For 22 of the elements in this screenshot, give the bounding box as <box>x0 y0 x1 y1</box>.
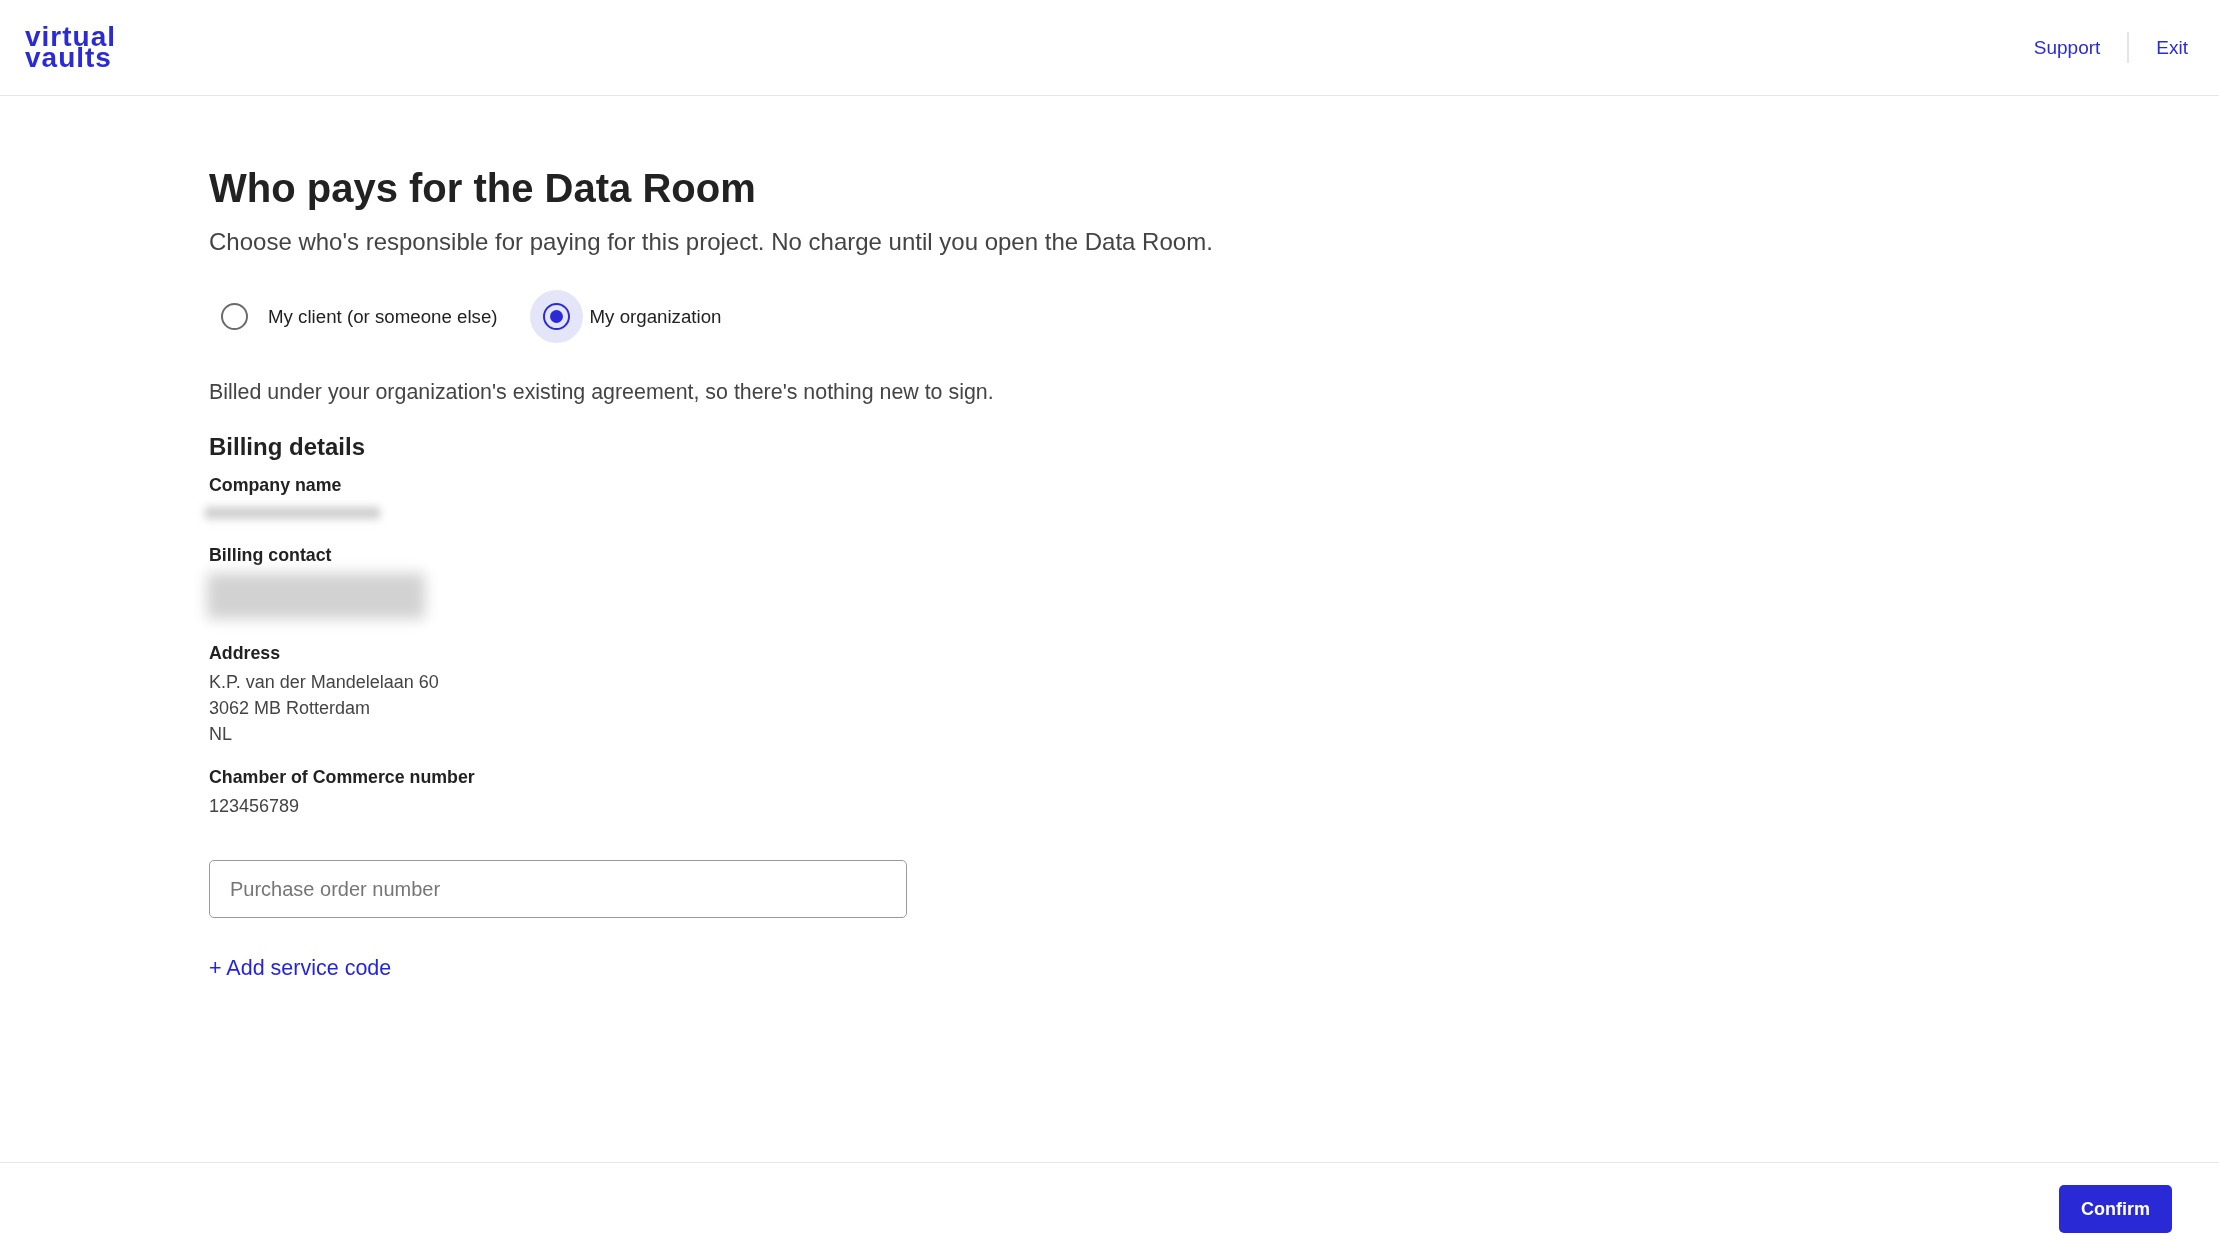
radio-option[interactable]: My client (or someone else) <box>208 290 498 343</box>
field-label: Company name <box>209 474 342 497</box>
add-service-code-link[interactable]: + Add service code <box>209 954 392 982</box>
radio-option[interactable]: My organization <box>529 290 722 343</box>
header-link[interactable]: Exit <box>2156 35 2188 60</box>
field-value: 3062 MB Rotterdam <box>209 697 371 720</box>
page-subtitle: Choose who's responsible for paying for this project. No charge until you open the Data Room. <box>209 227 1213 257</box>
field-label: Billing contact <box>209 544 332 567</box>
field-value: 123456789 <box>209 795 300 818</box>
radio-button-selected[interactable] <box>529 290 583 343</box>
header-link[interactable]: Support <box>2033 35 2101 60</box>
field-label: Address <box>209 642 281 665</box>
field-value: K.P. van der Mandelelaan 60 <box>209 671 439 694</box>
confirm-button[interactable]: Confirm <box>2059 1185 2172 1233</box>
radio-button[interactable] <box>221 303 248 330</box>
logo[interactable]: virtual vaults <box>25 26 117 68</box>
section-heading: Billing details <box>209 432 366 462</box>
purchase-order-input[interactable]: Purchase order number <box>209 860 907 918</box>
page-title: Who pays for the Data Room <box>209 165 756 212</box>
field-value: NL <box>209 723 232 746</box>
field-label: Chamber of Commerce number <box>209 766 475 789</box>
billing-note: Billed under your organization's existing agreement, so there's nothing new to sign. <box>209 379 994 406</box>
